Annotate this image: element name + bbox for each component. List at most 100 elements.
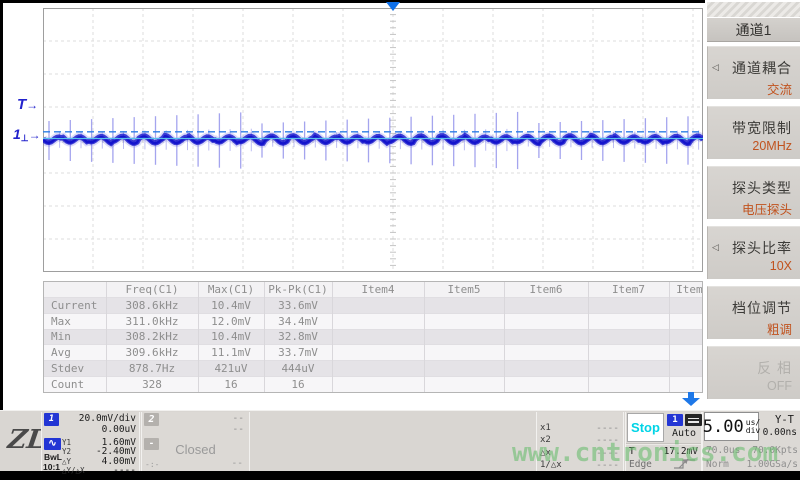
menu-item-3[interactable]: 探头类型电压探头 bbox=[707, 166, 800, 219]
table-cell: 308.2kHz bbox=[106, 329, 198, 345]
menu-item-1[interactable]: ◁通道耦合交流 bbox=[707, 46, 800, 99]
table-cell bbox=[504, 360, 588, 376]
trigger-source-badge: 1 bbox=[667, 414, 683, 426]
cursor-label: Y2 bbox=[62, 447, 71, 456]
table-cell: 12.0mV bbox=[198, 313, 264, 329]
menu-item-label: 通道耦合 bbox=[732, 58, 792, 78]
table-cell bbox=[504, 345, 588, 361]
table-row: Max311.0kHz12.0mV34.4mV bbox=[44, 313, 703, 329]
ac-coupling-icon: ∿ bbox=[44, 438, 61, 450]
table-row: Avg309.6kHz11.1mV33.7mV bbox=[44, 345, 703, 361]
menu-item-label: 档位调节 bbox=[732, 298, 792, 318]
table-cell bbox=[332, 329, 424, 345]
table-cell bbox=[588, 329, 669, 345]
row-label: Current bbox=[44, 298, 106, 314]
menu-item-label: 反 相 bbox=[757, 358, 792, 378]
table-cell bbox=[588, 376, 669, 392]
column-header bbox=[44, 282, 106, 298]
channel1-zero-marker[interactable]: 1⊥→ bbox=[13, 126, 41, 144]
menu-item-5[interactable]: 档位调节粗调 bbox=[707, 286, 800, 339]
column-header: Item7 bbox=[588, 282, 669, 298]
table-cell bbox=[424, 376, 504, 392]
table-cell: 308.6kHz bbox=[106, 298, 198, 314]
table-cell: 444uV bbox=[264, 360, 332, 376]
row-label: Min bbox=[44, 329, 106, 345]
menu-top-stripes bbox=[707, 2, 800, 17]
menu-item-value: 20MHz bbox=[752, 139, 792, 153]
table-cell bbox=[669, 298, 703, 314]
measurement-panel: Freq(C1)Max(C1)Pk-Pk(C1)Item4Item5Item6I… bbox=[43, 281, 703, 393]
table-row: Count3281616 bbox=[44, 376, 703, 392]
table-cell bbox=[332, 360, 424, 376]
bandwidth-limit-flag: BwL bbox=[44, 452, 62, 462]
timebase-value: 5.00 bbox=[703, 417, 744, 437]
table-row: Min308.2kHz10.4mV32.8mV bbox=[44, 329, 703, 345]
menu-item-label: 探头比率 bbox=[732, 238, 792, 258]
submenu-left-arrow-icon: ◁ bbox=[712, 62, 719, 73]
table-cell: 328 bbox=[106, 376, 198, 392]
column-header: Pk-Pk(C1) bbox=[264, 282, 332, 298]
menu-scroll-down-icon[interactable] bbox=[681, 392, 701, 407]
cursor-value: ---- bbox=[113, 465, 136, 476]
table-cell bbox=[588, 360, 669, 376]
table-cell: 421uV bbox=[198, 360, 264, 376]
timebase-unit: us/div bbox=[746, 419, 760, 435]
timebase-scale-box[interactable]: 5.00 us/div bbox=[704, 412, 759, 441]
table-cell bbox=[504, 329, 588, 345]
table-cell: 16 bbox=[264, 376, 332, 392]
menu-item-value: 粗调 bbox=[767, 319, 792, 338]
table-cell bbox=[424, 329, 504, 345]
channel2-offset: -- bbox=[233, 424, 244, 435]
menu-item-6: 反 相OFF bbox=[707, 346, 800, 399]
right-arrow-icon: → bbox=[29, 128, 41, 142]
waveform-plot bbox=[43, 8, 703, 272]
table-row: Current308.6kHz10.4mV33.6mV bbox=[44, 298, 703, 314]
channel1-badge: 1 bbox=[44, 413, 59, 426]
table-cell: 33.7mV bbox=[264, 345, 332, 361]
table-cell: 32.8mV bbox=[264, 329, 332, 345]
table-cell bbox=[332, 313, 424, 329]
status-bar: ZLG® 1 20.0mV/div 0.00uV ∿ BwL 10:1 Y11.… bbox=[0, 410, 800, 471]
table-cell bbox=[669, 345, 703, 361]
row-label: Avg bbox=[44, 345, 106, 361]
table-cell: 878.7Hz bbox=[106, 360, 198, 376]
table-cell: 34.4mV bbox=[264, 313, 332, 329]
menu-item-2[interactable]: 带宽限制20MHz bbox=[707, 106, 800, 159]
menu-item-label: 探头类型 bbox=[732, 178, 792, 198]
channel1-marker-label: 1 bbox=[13, 126, 21, 142]
column-header: Item8 bbox=[669, 282, 703, 298]
table-cell bbox=[504, 313, 588, 329]
table-cell: 16 bbox=[198, 376, 264, 392]
table-cell bbox=[332, 376, 424, 392]
table-cell bbox=[669, 360, 703, 376]
channel-menu: 通道1 ◁通道耦合交流带宽限制20MHz探头类型电压探头◁探头比率10X档位调节… bbox=[705, 0, 800, 410]
trigger-level-label: T bbox=[17, 96, 26, 113]
column-header: Max(C1) bbox=[198, 282, 264, 298]
menu-item-value: OFF bbox=[767, 379, 792, 393]
menu-item-label: 带宽限制 bbox=[732, 118, 792, 138]
display-mode: Y-T bbox=[775, 414, 794, 426]
watermark: www.cntronics.com bbox=[512, 438, 778, 468]
menu-item-4[interactable]: ◁探头比率10X bbox=[707, 226, 800, 279]
table-cell bbox=[504, 298, 588, 314]
table-cell bbox=[588, 298, 669, 314]
ground-icon: ⊥ bbox=[21, 133, 29, 143]
table-cell bbox=[504, 376, 588, 392]
column-header: Freq(C1) bbox=[106, 282, 198, 298]
channel2-status[interactable]: 2 -- -- - Closed -:- -- bbox=[141, 412, 250, 471]
trigger-delay: 0.00ns bbox=[763, 427, 797, 438]
waveform-display[interactable] bbox=[43, 8, 703, 272]
channel1-status[interactable]: 1 20.0mV/div 0.00uV ∿ BwL 10:1 Y11.60mVY… bbox=[41, 412, 140, 471]
column-header: Item5 bbox=[424, 282, 504, 298]
measurement-table: Freq(C1)Max(C1)Pk-Pk(C1)Item4Item5Item6I… bbox=[44, 282, 703, 392]
channel2-state: Closed bbox=[142, 442, 249, 457]
table-cell: 33.6mV bbox=[264, 298, 332, 314]
probe-ratio-flag: 10:1 bbox=[43, 462, 60, 472]
column-header: Item6 bbox=[504, 282, 588, 298]
trigger-level-marker[interactable]: T→ bbox=[17, 96, 38, 113]
table-cell bbox=[669, 329, 703, 345]
cursor-label: △Y bbox=[62, 457, 71, 466]
table-cell bbox=[669, 313, 703, 329]
channel1-offset: 0.00uV bbox=[102, 424, 136, 435]
trigger-position-marker-icon[interactable] bbox=[386, 2, 400, 11]
